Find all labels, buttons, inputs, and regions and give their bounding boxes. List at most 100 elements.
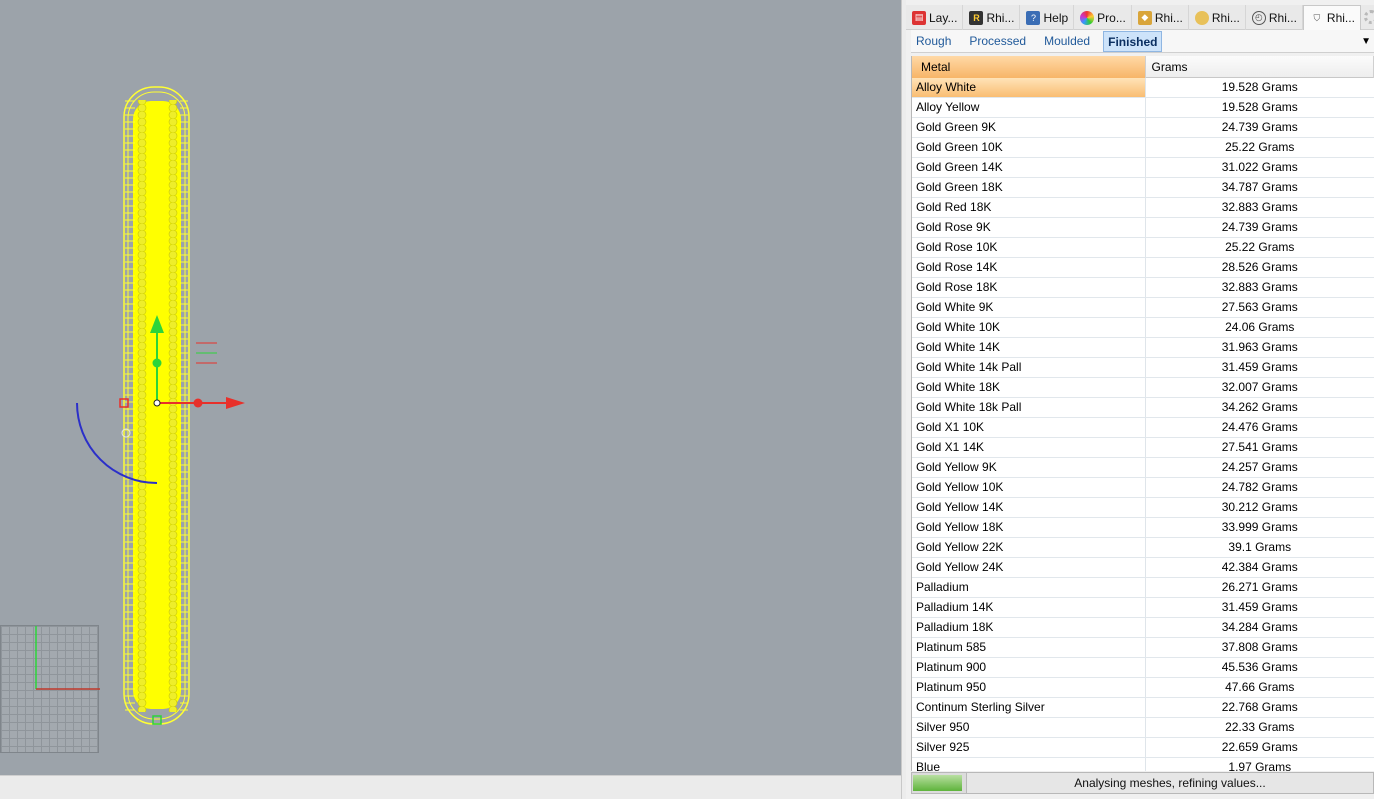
table-row[interactable]: Gold Yellow 9K 24.257 Grams bbox=[912, 458, 1374, 478]
metal-name-cell: Gold White 14K bbox=[912, 338, 1146, 357]
metal-name-cell: Continum Sterling Silver bbox=[912, 698, 1146, 717]
table-row[interactable]: Platinum 585 37.808 Grams bbox=[912, 638, 1374, 658]
table-row[interactable]: Gold Red 18K 32.883 Grams bbox=[912, 198, 1374, 218]
table-body: Alloy White 19.528 Grams Alloy Yellow 19.52… bbox=[912, 78, 1374, 771]
metal-name-cell: Gold Rose 9K bbox=[912, 218, 1146, 237]
tab-weight-plugin[interactable]: ⛉ Rhi... bbox=[1302, 5, 1361, 30]
tab-processed[interactable]: Processed bbox=[964, 31, 1031, 52]
grams-cell: 30.212 Grams bbox=[1221, 500, 1298, 514]
table-row[interactable]: Platinum 950 47.66 Grams bbox=[912, 678, 1374, 698]
gear-icon[interactable] bbox=[1364, 10, 1374, 24]
tab-layers[interactable]: ▤ Lay... bbox=[906, 5, 964, 30]
table-row[interactable]: Gold Green 14K 31.022 Grams bbox=[912, 158, 1374, 178]
table-row[interactable]: Gold X1 10K 24.476 Grams bbox=[912, 418, 1374, 438]
table-row[interactable]: Gold White 14k Pall 31.459 Grams bbox=[912, 358, 1374, 378]
tab-rg-plugin[interactable]: R Rhi... bbox=[963, 5, 1021, 30]
table-row[interactable]: Palladium 18K 34.284 Grams bbox=[912, 618, 1374, 638]
status-bar: Analysing meshes, refining values... bbox=[911, 772, 1374, 794]
table-row[interactable]: Gold Green 9K 24.739 Grams bbox=[912, 118, 1374, 138]
table-row[interactable]: Silver 925 22.659 Grams bbox=[912, 738, 1374, 758]
grams-cell: 31.459 Grams bbox=[1221, 360, 1298, 374]
table-row[interactable]: Gold Yellow 22K 39.1 Grams bbox=[912, 538, 1374, 558]
table-row[interactable]: Alloy Yellow 19.528 Grams bbox=[912, 98, 1374, 118]
metal-name-cell: Gold White 10K bbox=[912, 318, 1146, 337]
tab-finished[interactable]: Finished bbox=[1103, 30, 1163, 52]
table-row[interactable]: Gold Rose 10K 25.22 Grams bbox=[912, 238, 1374, 258]
tab-gold-plugin[interactable]: Rhi... bbox=[1189, 5, 1246, 30]
metal-name-cell: Blue bbox=[912, 758, 1146, 771]
table-row[interactable]: Gold White 14K 31.963 Grams bbox=[912, 338, 1374, 358]
progress-bar bbox=[912, 773, 967, 793]
metal-name-cell: Alloy White bbox=[912, 78, 1146, 97]
metal-name-cell: Silver 950 bbox=[912, 718, 1146, 737]
metal-name-cell: Gold Green 14K bbox=[912, 158, 1146, 177]
properties-panel: ▤ Lay... R Rhi... ? Help Pro... ◆ Rhi...… bbox=[906, 0, 1374, 799]
grams-cell: 19.528 Grams bbox=[1221, 100, 1298, 114]
weight-plugin-icon: ⛉ bbox=[1313, 12, 1321, 23]
metal-name-cell: Gold Yellow 18K bbox=[912, 518, 1146, 537]
table-row[interactable]: Gold Rose 18K 32.883 Grams bbox=[912, 278, 1374, 298]
table-row[interactable]: Gold Green 18K 34.787 Grams bbox=[912, 178, 1374, 198]
tab-dial-plugin[interactable]: ◴ Rhi... bbox=[1246, 5, 1303, 30]
table-row[interactable]: Alloy White 19.528 Grams bbox=[912, 78, 1374, 98]
grams-cell: 24.739 Grams bbox=[1221, 220, 1298, 234]
table-row[interactable]: Gold Yellow 10K 24.782 Grams bbox=[912, 478, 1374, 498]
table-row[interactable]: Gold Yellow 24K 42.384 Grams bbox=[912, 558, 1374, 578]
table-row[interactable]: Gold White 10K 24.06 Grams bbox=[912, 318, 1374, 338]
metal-name-cell: Gold X1 10K bbox=[912, 418, 1146, 437]
table-row[interactable]: Gold Green 10K 25.22 Grams bbox=[912, 138, 1374, 158]
table-row[interactable]: Gold Yellow 14K 30.212 Grams bbox=[912, 498, 1374, 518]
tab-label: Rhi... bbox=[1154, 10, 1183, 25]
metal-name-cell: Gold White 18K bbox=[912, 378, 1146, 397]
tab-label: Help bbox=[1043, 10, 1069, 25]
metal-name-cell: Gold White 18k Pall bbox=[912, 398, 1146, 417]
metal-name-cell: Gold Red 18K bbox=[912, 198, 1146, 217]
column-header-grams[interactable]: Grams bbox=[1146, 56, 1374, 78]
chevron-down-icon[interactable]: ▼ bbox=[1361, 36, 1371, 47]
rg-plugin-icon: R bbox=[969, 10, 984, 25]
viewport-canvas[interactable] bbox=[0, 0, 901, 775]
perspective-viewport[interactable] bbox=[0, 0, 901, 775]
table-row[interactable]: Gold White 9K 27.563 Grams bbox=[912, 298, 1374, 318]
metal-name-cell: Gold Yellow 9K bbox=[912, 458, 1146, 477]
table-row[interactable]: Platinum 900 45.536 Grams bbox=[912, 658, 1374, 678]
tab-label: Rhi... bbox=[1326, 11, 1355, 25]
table-row[interactable]: Blue 1.97 Grams bbox=[912, 758, 1374, 771]
grams-cell: 24.06 Grams bbox=[1225, 320, 1295, 334]
metal-name-cell: Platinum 900 bbox=[912, 658, 1146, 677]
grams-cell: 1.97 Grams bbox=[1228, 760, 1292, 771]
tab-help[interactable]: ? Help bbox=[1020, 5, 1075, 30]
tab-moulded[interactable]: Moulded bbox=[1039, 31, 1095, 52]
grams-cell: 42.384 Grams bbox=[1221, 560, 1298, 574]
grams-cell: 26.271 Grams bbox=[1221, 580, 1298, 594]
metal-name-cell: Palladium bbox=[912, 578, 1146, 597]
table-row[interactable]: Gold Yellow 18K 33.999 Grams bbox=[912, 518, 1374, 538]
grams-cell: 32.883 Grams bbox=[1221, 200, 1298, 214]
metal-name-cell: Alloy Yellow bbox=[912, 98, 1146, 117]
grams-cell: 24.476 Grams bbox=[1221, 420, 1298, 434]
grams-cell: 24.257 Grams bbox=[1221, 460, 1298, 474]
table-row[interactable]: Palladium 14K 31.459 Grams bbox=[912, 598, 1374, 618]
world-axes-grid bbox=[0, 625, 100, 753]
panel-tab-strip: ▤ Lay... R Rhi... ? Help Pro... ◆ Rhi...… bbox=[906, 5, 1374, 30]
tab-gem-plugin[interactable]: ◆ Rhi... bbox=[1132, 5, 1189, 30]
tab-label: Lay... bbox=[929, 10, 958, 25]
grams-cell: 24.782 Grams bbox=[1221, 480, 1298, 494]
table-row[interactable]: Gold Rose 14K 28.526 Grams bbox=[912, 258, 1374, 278]
metal-name-cell: Gold Green 10K bbox=[912, 138, 1146, 157]
column-header-metal[interactable]: Metal bbox=[912, 56, 1146, 78]
metal-name-cell: Gold Yellow 22K bbox=[912, 538, 1146, 557]
metal-name-cell: Gold White 14k Pall bbox=[912, 358, 1146, 377]
table-row[interactable]: Continum Sterling Silver 22.768 Grams bbox=[912, 698, 1374, 718]
table-row[interactable]: Gold Rose 9K 24.739 Grams bbox=[912, 218, 1374, 238]
tab-properties[interactable]: Pro... bbox=[1074, 5, 1132, 30]
table-row[interactable]: Gold White 18K 32.007 Grams bbox=[912, 378, 1374, 398]
table-row[interactable]: Gold White 18k Pall 34.262 Grams bbox=[912, 398, 1374, 418]
gem-plugin-icon: ◆ bbox=[1137, 10, 1152, 25]
grams-cell: 27.541 Grams bbox=[1221, 440, 1298, 454]
tab-rough[interactable]: Rough bbox=[911, 31, 956, 52]
table-row[interactable]: Gold X1 14K 27.541 Grams bbox=[912, 438, 1374, 458]
grams-cell: 25.22 Grams bbox=[1225, 140, 1295, 154]
table-row[interactable]: Silver 950 22.33 Grams bbox=[912, 718, 1374, 738]
table-row[interactable]: Palladium 26.271 Grams bbox=[912, 578, 1374, 598]
